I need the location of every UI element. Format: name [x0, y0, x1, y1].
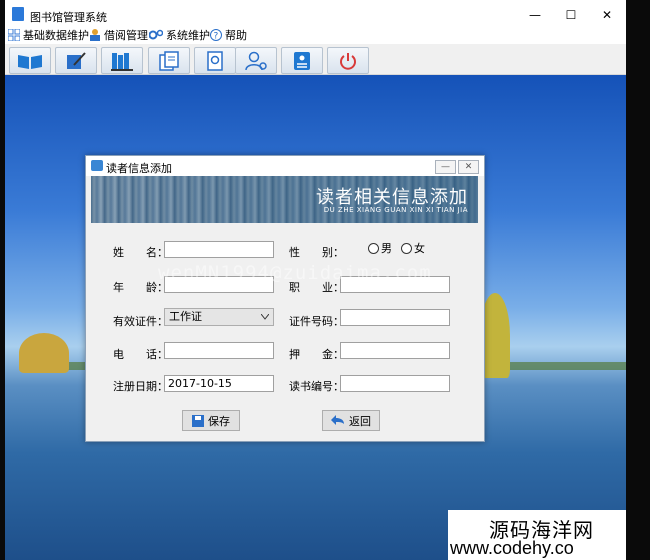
id-type-select[interactable]: 工作证	[164, 308, 274, 326]
menu-borrow[interactable]: 借阅管理	[89, 27, 148, 43]
id-number-label: 证件号码：	[289, 315, 344, 328]
reader-no-field[interactable]	[340, 375, 450, 392]
toolbar-button[interactable]	[235, 47, 277, 74]
phone-field[interactable]	[164, 342, 274, 359]
banner-pinyin: DU ZHE XIANG GUAN XIN XI TIAN JIA	[323, 206, 468, 214]
phone-label: 电 话：	[113, 348, 168, 361]
toolbar-button[interactable]	[101, 47, 143, 74]
back-arrow-icon	[331, 414, 344, 425]
site-badge-url: www.codehy.co	[450, 538, 574, 558]
close-icon: ✕	[464, 162, 473, 172]
bookshelf-icon	[111, 52, 133, 71]
reader-no-label: 读书编号：	[289, 380, 344, 393]
menu-basic-data[interactable]: 基础数据维护	[8, 27, 89, 43]
menu-label: 基础数据维护	[23, 29, 89, 42]
gears-icon	[149, 29, 163, 40]
user-settings-icon	[245, 51, 267, 70]
deposit-field[interactable]	[340, 342, 450, 359]
search-book-icon	[207, 50, 223, 71]
background-trees	[19, 333, 69, 373]
minimize-icon: —	[529, 8, 541, 22]
help-icon: ?	[210, 29, 222, 41]
menu-help[interactable]: ? 帮助	[210, 27, 247, 43]
radio-icon	[401, 242, 412, 254]
toolbar-button[interactable]	[55, 47, 97, 74]
dialog-title: 读者信息添加	[106, 162, 172, 175]
close-icon: ✕	[601, 8, 613, 22]
notebook-pen-icon	[67, 51, 86, 69]
maximize-icon: ☐	[565, 8, 577, 22]
radio-icon	[368, 242, 379, 254]
documents-icon	[159, 50, 179, 71]
id-card-icon	[294, 51, 310, 70]
power-icon	[340, 52, 356, 70]
toolbar-button[interactable]	[327, 47, 369, 74]
gender-label: 性 别：	[289, 246, 344, 259]
book-user-icon	[90, 29, 100, 41]
menu-label: 系统维护	[166, 29, 210, 42]
menu-label: 帮助	[225, 29, 247, 42]
app-window: 图书馆管理系统 — ☐ ✕ 基础数据维护 借阅管理 系统维护 ? 帮助 读者信息…	[5, 0, 626, 560]
toolbar-button[interactable]	[194, 47, 236, 74]
menu-system[interactable]: 系统维护	[149, 27, 210, 43]
back-button-label: 返回	[349, 414, 371, 428]
id-type-value: 工作证	[169, 310, 202, 323]
id-type-label: 有效证件：	[113, 315, 168, 328]
toolbar-button[interactable]	[281, 47, 323, 74]
dialog-icon	[91, 160, 103, 171]
minimize-icon: —	[441, 162, 450, 172]
email-watermark: wenMN1994@zuidaima.com	[158, 262, 432, 284]
name-label: 姓 名：	[113, 246, 168, 259]
app-icon	[12, 7, 24, 21]
toolbar-button[interactable]	[9, 47, 51, 74]
toolbar	[5, 44, 626, 75]
back-button[interactable]: 返回	[322, 410, 380, 431]
site-badge: 源码海洋网 www.codehy.co	[448, 510, 626, 560]
save-button-label: 保存	[208, 414, 230, 428]
name-field[interactable]	[164, 241, 274, 258]
toolbar-button[interactable]	[148, 47, 190, 74]
svg-text:?: ?	[214, 32, 219, 42]
reader-add-dialog: 读者信息添加 — ✕ 读者相关信息添加 DU ZHE XIANG GUAN XI…	[85, 155, 485, 442]
dialog-close-button[interactable]: ✕	[458, 160, 479, 174]
chevron-down-icon	[261, 314, 269, 320]
save-button[interactable]: 保存	[182, 410, 240, 431]
reg-date-label: 注册日期：	[113, 380, 168, 393]
dialog-title-bar: 读者信息添加 — ✕	[86, 156, 484, 176]
window-title: 图书馆管理系统	[30, 11, 107, 24]
grid-icon	[8, 29, 20, 41]
gender-female-radio[interactable]: 女	[401, 240, 425, 256]
reg-date-field[interactable]: 2017-10-15	[164, 375, 274, 392]
menu-bar: 基础数据维护 借阅管理 系统维护 ? 帮助	[5, 26, 626, 44]
open-book-icon	[18, 54, 42, 69]
gender-male-label: 男	[381, 242, 392, 255]
dialog-minimize-button[interactable]: —	[435, 160, 456, 174]
dialog-banner: 读者相关信息添加 DU ZHE XIANG GUAN XIN XI TIAN J…	[91, 176, 478, 223]
gender-female-label: 女	[414, 242, 425, 255]
save-icon	[192, 414, 204, 427]
menu-label: 借阅管理	[104, 29, 148, 42]
id-number-field[interactable]	[340, 309, 450, 326]
gender-male-radio[interactable]: 男	[368, 240, 392, 256]
deposit-label: 押 金：	[289, 348, 344, 361]
